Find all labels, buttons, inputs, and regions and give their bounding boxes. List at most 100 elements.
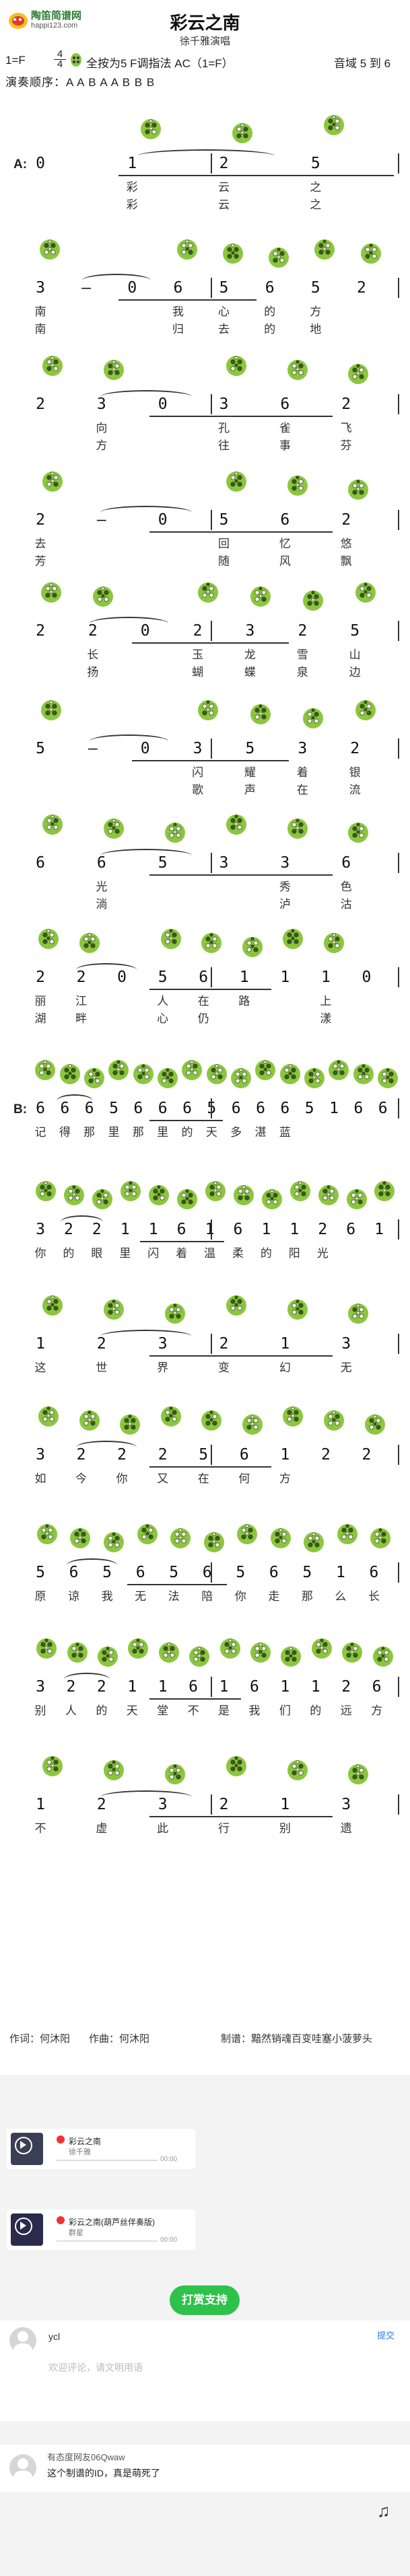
lyric-syllable: 银 [349, 766, 361, 779]
ocarina-fingering-icon [269, 248, 289, 268]
audio-track-1[interactable]: 彩云之南 徐千雅 00:00 [7, 2129, 195, 2169]
play-icon[interactable] [20, 2222, 26, 2230]
lyric-syllable: 原 [34, 1590, 46, 1603]
score-note: 3 [245, 622, 255, 640]
bar-line [398, 967, 399, 987]
ocarina-fingering-icon [128, 1638, 149, 1659]
ocarina-fingering-icon [42, 1295, 63, 1316]
score-note: 3 [36, 1446, 45, 1464]
ocarina-fingering-icon [40, 700, 61, 720]
score-note: 2 [36, 511, 45, 529]
lyric-syllable: 多 [230, 1126, 242, 1139]
score-note: 6 [69, 1564, 79, 1581]
score-note: 5 [219, 511, 229, 529]
ocarina-fingering-icon [287, 819, 308, 839]
score-note: 1 [36, 1796, 45, 1813]
ocarina-fingering-icon [67, 1642, 88, 1663]
ocarina-fingering-icon [83, 1068, 104, 1088]
ocarina-fingering-icon [201, 933, 222, 953]
lyric-syllable: 你 [116, 1472, 128, 1485]
ocarina-fingering-icon [92, 1189, 113, 1209]
ocarina-fingering-icon [140, 119, 161, 139]
progress-bar[interactable] [57, 2160, 158, 2161]
lyric-syllable: 你 [234, 1590, 246, 1603]
score-note: 6 [249, 1678, 259, 1696]
ocarina-fingering-icon [160, 1406, 181, 1427]
ocarina-fingering-icon [242, 1414, 263, 1435]
ocarina-fingering-icon [232, 123, 252, 143]
tie-arc [90, 617, 169, 623]
ocarina-fingering-icon [219, 1638, 240, 1659]
score-note: 6 [280, 511, 290, 529]
play-icon[interactable] [20, 2141, 26, 2149]
score-note: 5 [245, 740, 255, 757]
lyric-syllable: 又 [157, 1472, 169, 1485]
progress-bar[interactable] [57, 2240, 158, 2242]
ocarina-fingering-icon [242, 937, 263, 957]
ocarina-fingering-icon [370, 1528, 391, 1548]
score-note: 3 [219, 854, 229, 872]
score-note: 6 [369, 1564, 379, 1581]
ocarina-fingering-icon [79, 933, 100, 953]
lyric-syllable: 湛 [254, 1126, 267, 1139]
ocarina-fingering-icon [324, 1410, 344, 1431]
score-note: 5 [350, 622, 360, 640]
score-note: 6 [36, 854, 45, 872]
score-note: 6 [176, 1221, 186, 1238]
audio-track-2[interactable]: 彩云之南(葫芦丝伴奏版) 群星 00:00 [7, 2209, 195, 2250]
all-holes-icon [71, 53, 81, 67]
score-note: 0 [127, 279, 137, 297]
score-note: 6 [265, 279, 275, 297]
avatar [9, 2454, 36, 2481]
comment-item: 有态度网友06Qwaw 这个制谱的ID，真是萌死了 [0, 2445, 410, 2492]
ocarina-fingering-icon [40, 582, 61, 603]
bar-line [210, 1445, 212, 1465]
lyric-syllable: 里 [157, 1126, 169, 1139]
ocarina-fingering-icon [230, 1068, 251, 1088]
beam-line [127, 1584, 228, 1585]
score-note: 2 [350, 740, 360, 757]
lyric-syllable: 蓝 [279, 1126, 291, 1139]
score-note: 2 [219, 1335, 229, 1353]
lyric-syllable: 事 [279, 439, 291, 452]
score-note: 3 [341, 1796, 351, 1813]
lyric-syllable: 湖 [34, 1012, 46, 1025]
score-note: 2 [341, 511, 351, 529]
ocarina-fingering-icon [237, 1524, 258, 1544]
lyric-syllable: 风 [279, 555, 291, 568]
bar-line [210, 738, 212, 759]
bar-line [398, 1219, 399, 1240]
score-note: 1 [310, 1678, 320, 1696]
lyric-syllable: 是 [218, 1704, 230, 1717]
beam-line [131, 642, 289, 644]
score-system: 3你2的2眼1里1闪6着1温6柔1的1阳2光61 [0, 1174, 410, 1288]
bar-line [210, 1562, 212, 1583]
ocarina-fingering-icon [279, 1064, 300, 1084]
beam-line [149, 1816, 333, 1817]
ocarina-fingering-icon [59, 1064, 80, 1084]
ocarina-fingering-icon [104, 1532, 124, 1552]
ocarina-fingering-icon [289, 1181, 310, 1201]
score-note: 3 [158, 1335, 168, 1353]
comment-input[interactable]: 欢迎评论，请文明用语 [48, 2361, 143, 2374]
lyricist-label: 作词：何沐阳 [9, 2033, 71, 2045]
lyric-syllable: 方 [310, 305, 322, 318]
ocarina-fingering-icon [177, 239, 197, 260]
lyric-syllable: 长 [87, 648, 99, 661]
tip-button[interactable]: 打赏支持 [170, 2285, 240, 2315]
beam-line [149, 989, 272, 990]
submit-button[interactable]: 提交 [377, 2328, 395, 2341]
beam-line [149, 1120, 223, 1121]
score-note: 2 [341, 1678, 351, 1696]
lyric-syllable: 无 [340, 1361, 352, 1374]
lyric-syllable: 孔 [218, 422, 230, 434]
lyric-syllable: 行 [218, 1822, 230, 1835]
lyric-syllable: 方 [96, 439, 108, 452]
music-note-icon[interactable]: ♫ [377, 2501, 390, 2522]
score-note: 6 [158, 1100, 168, 1117]
score-note: 6 [233, 1221, 243, 1238]
lyric-syllable: 飞 [340, 422, 352, 434]
lyric-syllable: 归 [172, 323, 184, 336]
tie-arc [90, 734, 169, 741]
lyric-syllable: 方 [279, 1472, 291, 1485]
